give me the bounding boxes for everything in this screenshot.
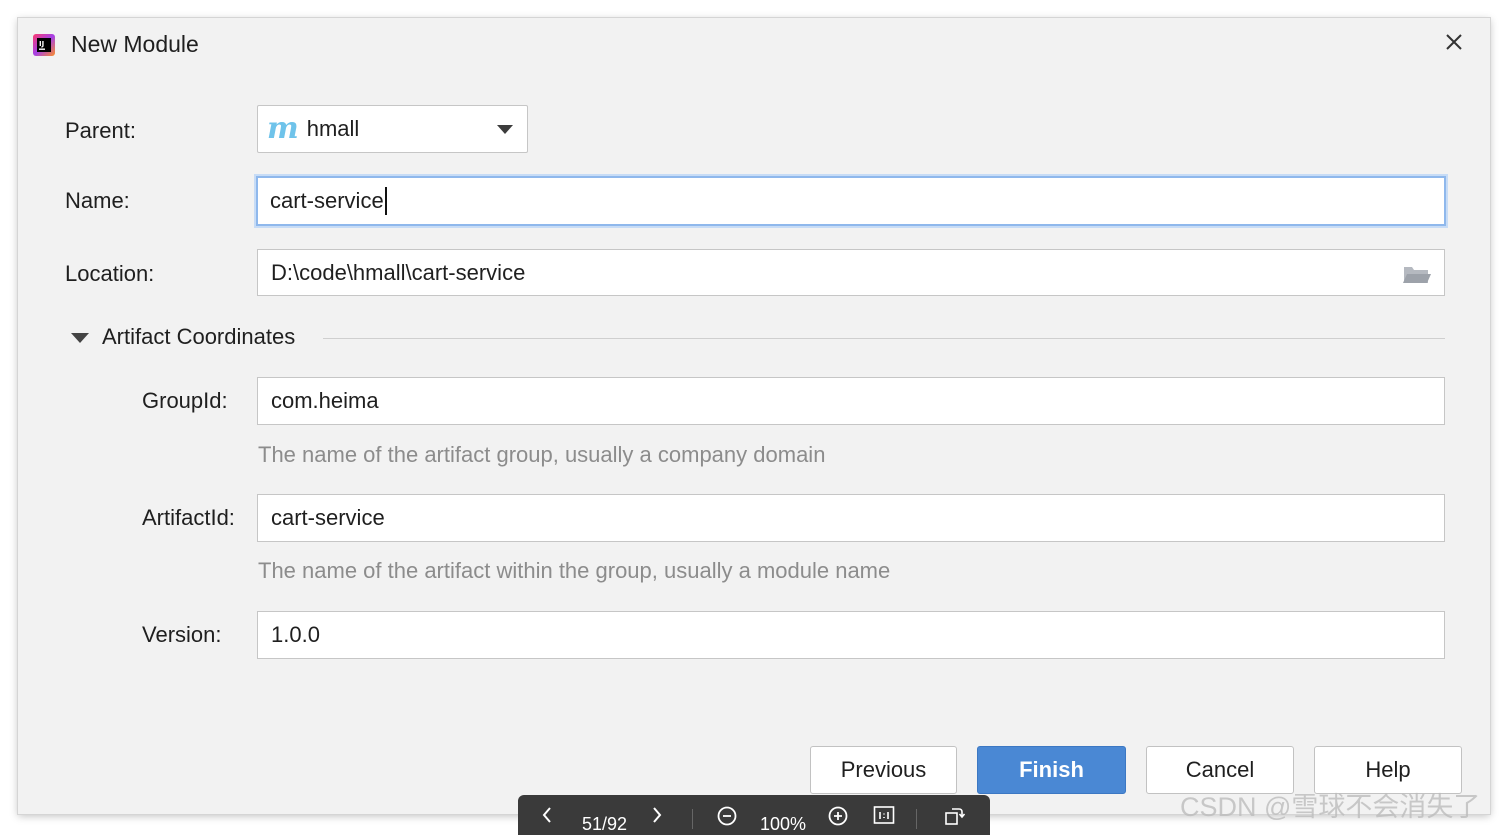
version-label: Version:: [142, 622, 222, 647]
close-icon: [1446, 34, 1462, 50]
toolbar-divider: [692, 809, 693, 829]
zoom-in-button[interactable]: [827, 805, 849, 827]
name-value: cart-service: [270, 188, 384, 213]
artifactid-value: cart-service: [271, 505, 385, 530]
location-input[interactable]: D:\code\hmall\cart-service: [257, 249, 1445, 296]
parent-label: Parent:: [65, 118, 136, 143]
image-viewer-toolbar: 51/92 100%: [518, 795, 990, 835]
version-value: 1.0.0: [271, 622, 320, 647]
location-value: D:\code\hmall\cart-service: [271, 259, 526, 285]
svg-text:IJ: IJ: [39, 40, 44, 48]
zoom-level: 100%: [760, 814, 807, 834]
chevron-left-icon: [542, 807, 551, 823]
new-module-dialog: IJ New Module Parent: m hmall Name: cart…: [18, 18, 1490, 814]
artifactid-label: ArtifactId:: [142, 505, 235, 530]
collapse-triangle-icon[interactable]: [71, 333, 89, 343]
actual-size-icon: [873, 806, 895, 824]
prev-page-button[interactable]: [540, 805, 554, 825]
toolbar-divider: [916, 809, 917, 829]
folder-icon[interactable]: [1402, 262, 1432, 286]
finish-button[interactable]: Finish: [977, 746, 1126, 794]
location-label: Location:: [65, 261, 155, 286]
artifactid-hint: The name of the artifact within the grou…: [258, 558, 891, 583]
groupid-value: com.heima: [271, 388, 379, 413]
zoom-out-icon: [717, 806, 737, 826]
next-page-button[interactable]: [650, 805, 664, 825]
chevron-right-icon: [653, 807, 662, 823]
rotate-icon: [945, 808, 965, 825]
parent-value: hmall: [306, 116, 360, 141]
section-divider: [323, 338, 1445, 339]
parent-select[interactable]: m hmall: [257, 105, 528, 153]
zoom-out-button[interactable]: [716, 805, 738, 827]
dialog-title: New Module: [71, 31, 199, 57]
watermark: CSDN @雪球不会消失了: [1180, 792, 1481, 822]
artifact-coordinates-title[interactable]: Artifact Coordinates: [102, 324, 295, 350]
page-indicator: 51/92: [582, 814, 628, 834]
actual-size-button[interactable]: [873, 805, 895, 825]
previous-button[interactable]: Previous: [810, 746, 957, 794]
title-bar: IJ New Module: [18, 18, 1490, 72]
text-cursor: [384, 187, 387, 215]
artifactid-input[interactable]: cart-service: [257, 494, 1445, 542]
zoom-in-icon: [828, 806, 848, 826]
rotate-button[interactable]: [943, 805, 965, 827]
groupid-label: GroupId:: [142, 388, 228, 413]
groupid-hint: The name of the artifact group, usually …: [258, 442, 826, 467]
maven-module-icon: m: [267, 111, 299, 146]
version-input[interactable]: 1.0.0: [257, 611, 1445, 659]
close-button[interactable]: [1438, 26, 1470, 58]
intellij-idea-icon: IJ: [33, 34, 55, 56]
name-label: Name:: [65, 188, 130, 213]
groupid-input[interactable]: com.heima: [257, 377, 1445, 425]
chevron-down-icon: [497, 125, 513, 134]
name-input[interactable]: cart-service: [256, 176, 1446, 226]
